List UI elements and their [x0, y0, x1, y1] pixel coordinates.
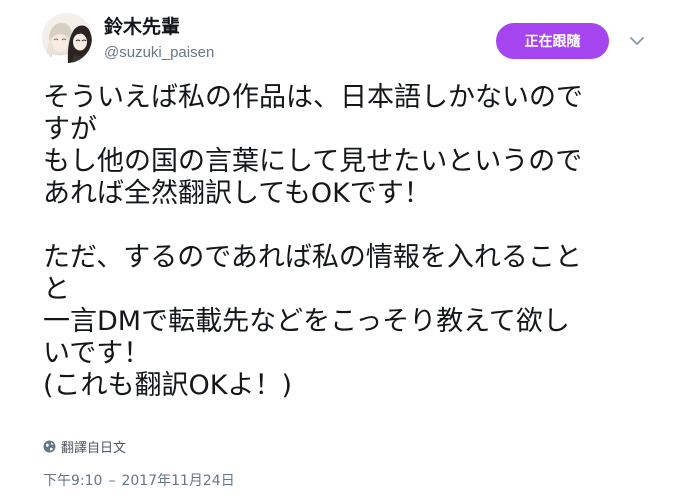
tweet-line: 一言DMで転載先などをこっそり教えて欲し — [43, 306, 570, 337]
tweet-line: すが — [43, 114, 97, 145]
translate-link[interactable]: 翻譯自日文 — [43, 437, 126, 456]
user-handle[interactable]: @suzuki_paisen — [104, 44, 214, 62]
translate-label[interactable]: 翻譯自日文 — [61, 437, 126, 456]
tweet-line: と — [43, 274, 70, 305]
tweet-card: 鈴木先輩 @suzuki_paisen 正在跟隨 そういえば私の作品は、日本語し… — [0, 0, 690, 497]
tweet-time: 下午9:10 — [43, 473, 103, 489]
tweet-line: そういえば私の作品は、日本語しかないので — [43, 82, 583, 113]
chevron-down-icon[interactable] — [628, 32, 646, 50]
globe-icon — [43, 440, 56, 453]
tweet-line: (これも翻訳OKよ！) — [43, 370, 293, 401]
tweet-text: そういえば私の作品は、日本語しかないので すが もし他の国の言葉にして見せたいと… — [43, 82, 643, 402]
tweet-date: 2017年11月24日 — [121, 473, 235, 489]
display-name[interactable]: 鈴木先輩 — [104, 16, 180, 38]
following-button[interactable]: 正在跟隨 — [496, 23, 609, 59]
avatar[interactable] — [42, 13, 92, 63]
tweet-line: あれば全然翻訳してもOKです！ — [43, 178, 431, 209]
timestamp-separator: – — [108, 473, 116, 489]
tweet-timestamp[interactable]: 下午9:10–2017年11月24日 — [43, 470, 235, 490]
avatar-illustration — [42, 13, 92, 63]
tweet-line: ただ、するのであれば私の情報を入れること — [43, 242, 582, 273]
tweet-line: いです！ — [43, 338, 151, 369]
tweet-line: もし他の国の言葉にして見せたいというので — [43, 146, 583, 177]
